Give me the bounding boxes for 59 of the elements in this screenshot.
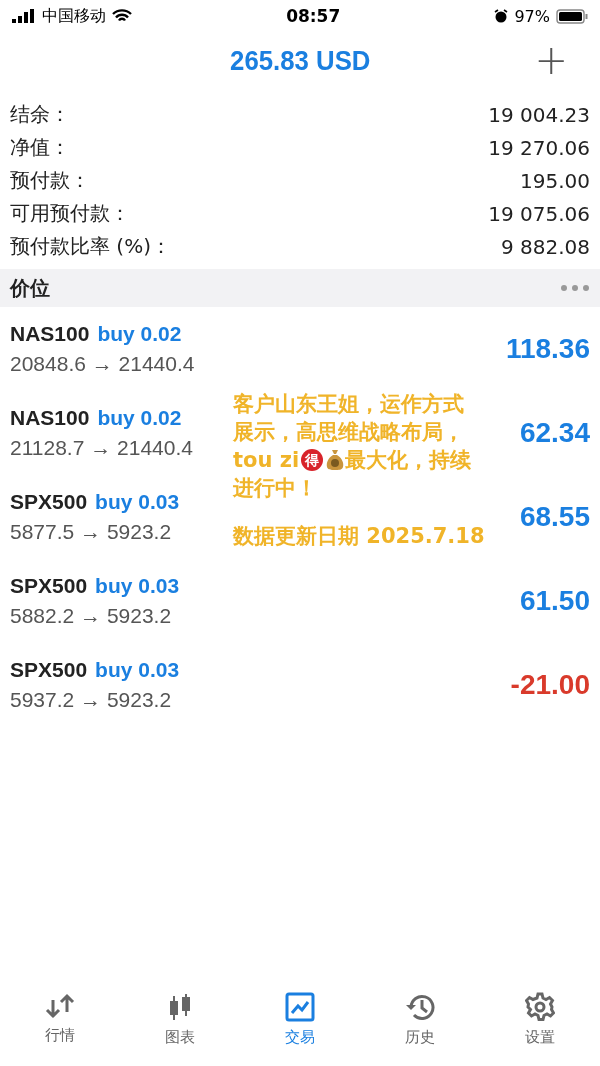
- section-title: 价位: [10, 274, 50, 302]
- candlestick-icon: [168, 992, 192, 1022]
- profit-value: 62.34: [519, 417, 590, 449]
- summary-label: 预付款比率 (%)：: [10, 233, 171, 260]
- order-side: buy 0.03: [95, 658, 180, 682]
- summary-label: 净值：: [10, 134, 70, 161]
- signal-icon: [12, 9, 36, 23]
- line-chart-icon: [285, 992, 315, 1022]
- note-text: tou zi: [233, 447, 300, 474]
- carrier-name: 中国移动: [42, 5, 106, 27]
- note-text: 进行中！: [233, 475, 317, 502]
- history-icon: [404, 992, 436, 1022]
- symbol-name: SPX500: [10, 490, 88, 514]
- order-side: buy 0.02: [97, 322, 182, 346]
- summary-label: 可用预付款：: [10, 200, 130, 227]
- symbol-name: SPX500: [10, 658, 88, 682]
- nav-tab[interactable]: 设置: [495, 992, 585, 1060]
- summary-value: 19 075.06: [488, 201, 590, 226]
- alarm-clock-icon: [494, 9, 509, 23]
- order-side: buy 0.03: [95, 490, 180, 514]
- nav-tab[interactable]: 行情: [15, 992, 105, 1060]
- settings-icon: [525, 992, 555, 1022]
- order-side: buy 0.03: [95, 574, 180, 598]
- summary-label: 预付款：: [10, 167, 90, 194]
- summary-label: 结余：: [10, 101, 70, 128]
- summary-value: 19 004.23: [488, 102, 590, 127]
- price-range: 5937.2 → 5923.2: [10, 688, 173, 712]
- money-bag-icon: [325, 449, 346, 471]
- note-text: 最大化，持续: [345, 447, 472, 474]
- note-badge: 得: [301, 449, 324, 471]
- header-title: 265.83 USD: [229, 45, 371, 77]
- price-range: 5877.5 → 5923.2: [10, 520, 173, 544]
- note-text: 客户山东王姐，运作方式: [233, 391, 464, 418]
- up-down-arrows-icon: [45, 992, 75, 1020]
- profit-value: 68.55: [519, 501, 590, 533]
- nav-tab[interactable]: 历史: [375, 992, 465, 1060]
- more-icon[interactable]: [560, 284, 590, 292]
- add-button[interactable]: +: [530, 40, 572, 80]
- battery-icon: [556, 8, 588, 24]
- price-range: 5882.2 → 5923.2: [10, 604, 173, 628]
- note-text: 展示，高思维战略布局，: [233, 419, 464, 446]
- note-date: 数据更新日期 2025.7.18: [233, 523, 485, 550]
- clock-time: 08:57: [286, 6, 341, 26]
- profit-value: 118.36: [505, 333, 590, 365]
- nav-tab[interactable]: 图表: [135, 992, 225, 1060]
- battery-percent: 97%: [514, 6, 550, 26]
- summary-value: 195.00: [520, 168, 590, 193]
- summary-value: 9 882.08: [500, 234, 590, 259]
- summary-value: 19 270.06: [488, 135, 590, 160]
- symbol-name: SPX500: [10, 574, 88, 598]
- profit-value: -21.00: [510, 669, 590, 701]
- wifi-icon: [112, 8, 132, 24]
- price-range: 20848.6 → 21440.4: [10, 352, 195, 376]
- profit-value: 61.50: [519, 585, 590, 617]
- order-side: buy 0.02: [97, 406, 182, 430]
- price-range: 21128.7 → 21440.4: [10, 436, 193, 460]
- symbol-name: NAS100: [10, 406, 90, 430]
- nav-tab[interactable]: 交易: [255, 992, 345, 1060]
- symbol-name: NAS100: [10, 322, 90, 346]
